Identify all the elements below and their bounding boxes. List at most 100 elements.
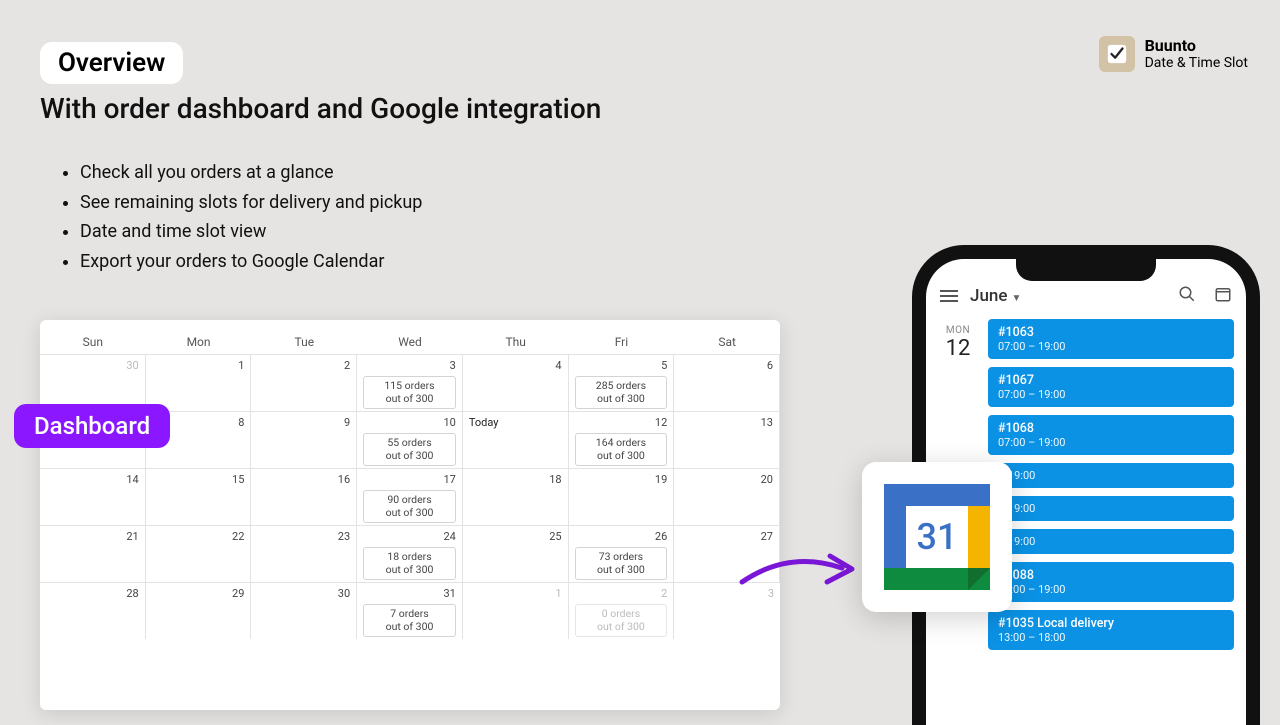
menu-icon[interactable] <box>940 295 958 297</box>
day-number: 18 <box>549 473 561 486</box>
day-number: 13 <box>761 416 773 429</box>
calendar-event[interactable]: #106807:00 – 19:00 <box>988 415 1234 455</box>
calendar-cell[interactable]: 28 <box>40 582 146 639</box>
search-icon[interactable] <box>1178 285 1196 307</box>
calendar-cell[interactable]: 1 <box>146 354 252 411</box>
overview-badge: Overview <box>40 42 183 84</box>
day-number: 16 <box>338 473 350 486</box>
calendar-cell[interactable]: 17 90 ordersout of 300 <box>357 468 463 525</box>
dashboard-badge: Dashboard <box>14 404 170 448</box>
calendar-cell[interactable]: 26 73 ordersout of 300 <box>569 525 675 582</box>
day-number: 30 <box>338 587 350 600</box>
arrow-icon <box>734 538 864 598</box>
calendar-event[interactable]: – 19:00 <box>988 529 1234 554</box>
day-number: 1 <box>555 587 561 600</box>
feature-bullets: Check all you orders at a glance See rem… <box>60 158 422 277</box>
calendar-cell[interactable]: 13 <box>674 411 780 468</box>
weekday-header: Tue <box>251 330 357 354</box>
calendar-cell[interactable]: 30 <box>40 354 146 411</box>
day-number: 24 <box>443 530 455 543</box>
day-number: 26 <box>655 530 667 543</box>
calendar-cell[interactable]: 21 <box>40 525 146 582</box>
weekday-header: Mon <box>146 330 252 354</box>
day-number: 10 <box>443 416 455 429</box>
calendar-cell[interactable]: 23 <box>251 525 357 582</box>
calendar-cell[interactable]: 16 <box>251 468 357 525</box>
calendar-event[interactable]: #106307:00 – 19:00 <box>988 319 1234 359</box>
calendar-cell[interactable]: 19 <box>569 468 675 525</box>
calendar-cell[interactable]: 29 <box>146 582 252 639</box>
order-chip[interactable]: 73 ordersout of 300 <box>575 547 668 580</box>
day-number: 22 <box>232 530 244 543</box>
day-number: 15 <box>232 473 244 486</box>
calendar-event[interactable]: – 19:00 <box>988 496 1234 521</box>
day-number: 20 <box>761 473 773 486</box>
google-calendar-icon: 31 <box>862 462 1012 612</box>
day-number: 30 <box>126 359 138 372</box>
day-number: 4 <box>555 359 561 372</box>
calendar-cell[interactable]: 5285 ordersout of 300 <box>569 354 675 411</box>
calendar-cell[interactable]: 2 0 ordersout of 300 <box>569 582 675 639</box>
calendar-cell[interactable]: 9 <box>251 411 357 468</box>
today-label: Today <box>469 416 499 429</box>
day-number: 12 <box>655 416 667 429</box>
weekday-header: Sat <box>674 330 780 354</box>
month-selector[interactable]: June▼ <box>970 286 1021 306</box>
calendar-cell[interactable]: 14 <box>40 468 146 525</box>
brand-block: Buunto Date & Time Slot <box>1099 36 1248 72</box>
calendar-cell[interactable]: 3 115 ordersout of 300 <box>357 354 463 411</box>
order-chip[interactable]: 55 ordersout of 300 <box>363 433 456 466</box>
day-number: 17 <box>443 473 455 486</box>
day-number: 28 <box>126 587 138 600</box>
order-chip[interactable]: 164 ordersout of 300 <box>575 433 668 466</box>
day-number: 23 <box>338 530 350 543</box>
calendar-cell[interactable]: 1 <box>463 582 569 639</box>
day-number: 29 <box>232 587 244 600</box>
weekday-header: Fri <box>569 330 675 354</box>
weekday-header: Wed <box>357 330 463 354</box>
order-chip[interactable]: 90 ordersout of 300 <box>363 490 456 523</box>
day-number: 8 <box>238 416 244 429</box>
calendar-cell[interactable]: 15 <box>146 468 252 525</box>
day-number: 14 <box>126 473 138 486</box>
calendar-cell[interactable]: 317 ordersout of 300 <box>357 582 463 639</box>
calendar-cell[interactable]: 25 <box>463 525 569 582</box>
calendar-event[interactable]: #106707:00 – 19:00 <box>988 367 1234 407</box>
day-number: 6 <box>767 359 773 372</box>
today-icon[interactable] <box>1214 285 1232 307</box>
order-chip[interactable]: 7 ordersout of 300 <box>363 604 456 637</box>
calendar-cell[interactable]: 20 <box>674 468 780 525</box>
order-chip[interactable]: 0 ordersout of 300 <box>575 604 668 637</box>
dashboard-calendar: SunMonTueWedThuFriSat 30123115 ordersout… <box>40 320 780 710</box>
weekday-header: Thu <box>463 330 569 354</box>
day-number: 19 <box>655 473 667 486</box>
weekday-header: Sun <box>40 330 146 354</box>
calendar-cell[interactable]: 30 <box>251 582 357 639</box>
day-number: 3 <box>450 359 456 372</box>
calendar-cell[interactable]: 24 18 ordersout of 300 <box>357 525 463 582</box>
calendar-cell[interactable]: Today <box>463 411 569 468</box>
calendar-cell[interactable]: 2 <box>251 354 357 411</box>
order-chip[interactable]: 18 ordersout of 300 <box>363 547 456 580</box>
calendar-event[interactable]: – 19:00 <box>988 463 1234 488</box>
order-chip[interactable]: 285 ordersout of 300 <box>575 376 668 409</box>
page-subtitle: With order dashboard and Google integrat… <box>40 92 601 125</box>
calendar-cell[interactable]: 4 <box>463 354 569 411</box>
day-number: 1 <box>238 359 244 372</box>
brand-icon <box>1099 36 1135 72</box>
calendar-event[interactable]: #1035 Local delivery13:00 – 18:00 <box>988 610 1234 650</box>
bullet-item: Check all you orders at a glance <box>80 158 422 188</box>
brand-sub: Date & Time Slot <box>1145 55 1248 71</box>
order-chip[interactable]: 115 ordersout of 300 <box>363 376 456 409</box>
calendar-cell[interactable]: 22 <box>146 525 252 582</box>
calendar-cell[interactable]: 12 164 ordersout of 300 <box>569 411 675 468</box>
day-number: 21 <box>126 530 138 543</box>
calendar-cell[interactable]: 18 <box>463 468 569 525</box>
day-number: 2 <box>344 359 350 372</box>
bullet-item: Date and time slot view <box>80 217 422 247</box>
calendar-cell[interactable]: 10 55 ordersout of 300 <box>357 411 463 468</box>
day-number: 2 <box>661 587 667 600</box>
calendar-cell[interactable]: 6 <box>674 354 780 411</box>
calendar-event[interactable]: #108807:00 – 19:00 <box>988 562 1234 602</box>
day-number: 25 <box>549 530 561 543</box>
